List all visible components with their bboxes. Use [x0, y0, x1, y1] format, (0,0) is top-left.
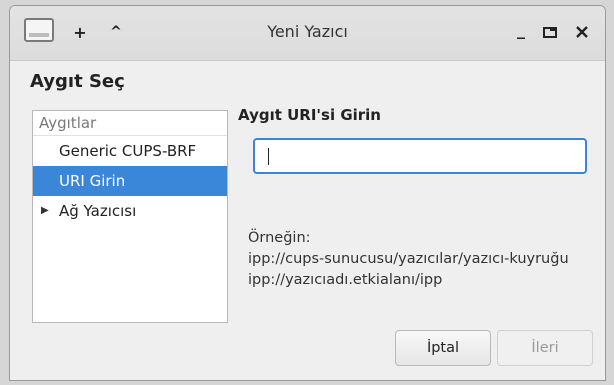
device-uri-input[interactable] [253, 138, 587, 174]
minimize-button[interactable]: _ [510, 18, 532, 40]
uri-section-title: Aygıt URI'si Girin [238, 106, 381, 124]
device-item-network-printer[interactable]: ▶ Ağ Yazıcısı [33, 196, 227, 226]
cancel-button[interactable]: İptal [395, 330, 491, 366]
device-item-label: URI Girin [59, 172, 126, 190]
maximize-icon [543, 27, 557, 38]
close-button[interactable] [571, 21, 593, 43]
device-item-generic-cups-brf[interactable]: Generic CUPS-BRF [33, 136, 227, 166]
example-line-1: ipp://cups-sunucusu/yazıcılar/yazıcı-kuy… [248, 251, 569, 267]
example-line-2: ipp://yazıcıadı.etkialanı/ipp [248, 272, 443, 288]
new-printer-window: + ^ Yeni Yazıcı _ Aygıt Seç Aygıtlar Gen… [9, 5, 606, 381]
device-item-enter-uri[interactable]: URI Girin [33, 166, 227, 196]
text-cursor [268, 148, 269, 165]
device-item-label: Ağ Yazıcısı [59, 202, 137, 220]
page-heading: Aygıt Seç [30, 71, 125, 92]
next-button[interactable]: İleri [497, 330, 593, 366]
device-list[interactable]: Aygıtlar Generic CUPS-BRF URI Girin ▶ Ağ… [32, 110, 228, 323]
example-label: Örneğin: [248, 230, 311, 246]
title-bar[interactable]: + ^ Yeni Yazıcı _ [10, 6, 605, 61]
close-icon [576, 26, 588, 38]
minimize-icon: _ [517, 19, 525, 39]
device-list-header[interactable]: Aygıtlar [33, 111, 227, 136]
expand-arrow-icon[interactable]: ▶ [41, 196, 49, 226]
maximize-button[interactable] [539, 21, 561, 43]
device-item-label: Generic CUPS-BRF [59, 142, 197, 160]
uri-example: Örneğin: ipp://cups-sunucusu/yazıcılar/y… [248, 228, 569, 291]
